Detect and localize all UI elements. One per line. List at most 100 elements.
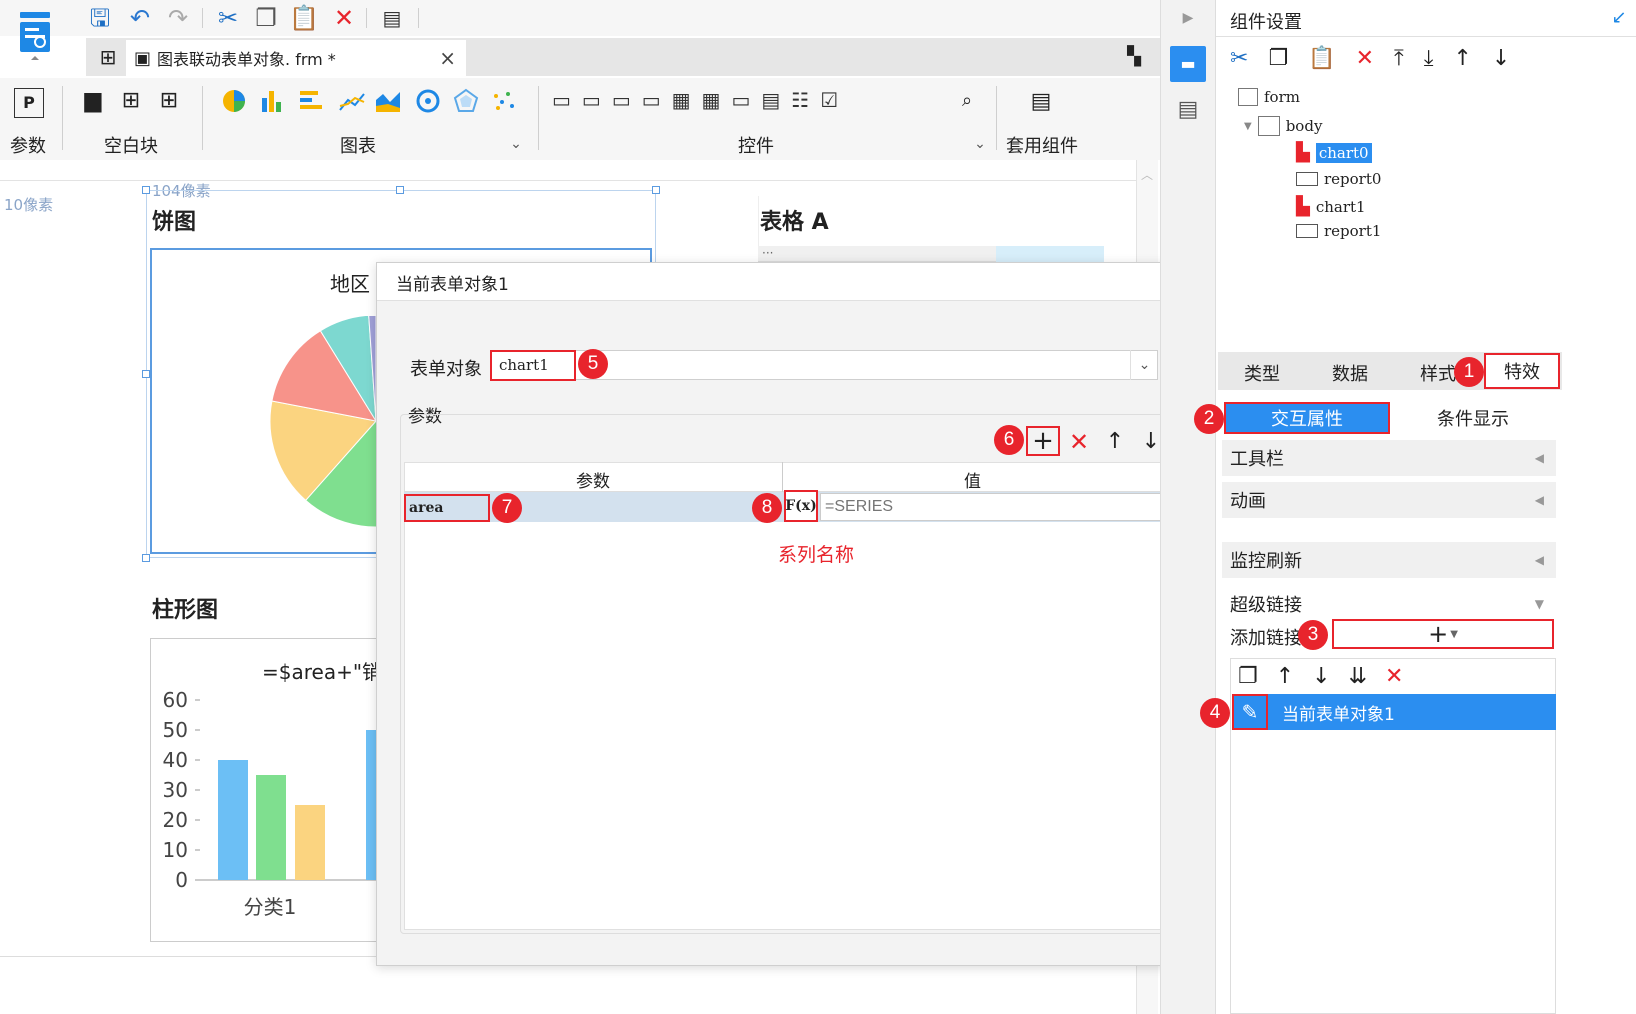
move-up-param-icon[interactable]: ↑: [1102, 428, 1128, 456]
paste-icon[interactable]: 📋: [289, 4, 319, 32]
section-hyperlink[interactable]: 超级链接 ▼: [1222, 586, 1556, 622]
add-param-icon[interactable]: +: [1026, 426, 1060, 456]
blank-block-icon[interactable]: ▆: [80, 88, 106, 114]
param-icon[interactable]: P: [14, 88, 44, 118]
tab-style[interactable]: 样式: [1420, 360, 1456, 386]
panel-delete-icon[interactable]: ✕: [1356, 46, 1374, 71]
copy-icon[interactable]: ❐: [252, 4, 280, 32]
form-file-icon: ▣: [134, 47, 152, 69]
y-tick-label: 30: [163, 778, 188, 802]
component-settings-icon[interactable]: ▬: [1170, 46, 1206, 82]
textbox-icon[interactable]: ▭: [552, 88, 571, 116]
panel-paste-icon[interactable]: 📋: [1308, 46, 1335, 71]
checkbox-icon[interactable]: ☑: [820, 88, 838, 116]
expand-left-icon: ◀: [1534, 451, 1544, 465]
expand-left-icon: ◀: [1534, 493, 1544, 507]
tree-item-report1[interactable]: report1: [1296, 222, 1381, 240]
textarea-icon[interactable]: ▤: [761, 88, 780, 116]
dropdown-icon[interactable]: ▭: [642, 88, 661, 116]
file-tab[interactable]: ▣ 图表联动表单对象. frm * ×: [126, 40, 466, 76]
file-tab-title: 图表联动表单对象. frm *: [157, 50, 336, 69]
bar-block-title: 柱形图: [152, 598, 219, 623]
template-component-icon[interactable]: ▤: [1026, 88, 1056, 116]
link-move-icon[interactable]: ⇊: [1349, 664, 1367, 689]
tab-effects[interactable]: 特效: [1484, 353, 1560, 389]
tree-item-chart1[interactable]: ▙ chart1: [1296, 196, 1366, 217]
col-header-value: 值: [964, 472, 981, 492]
close-tab-icon[interactable]: ×: [439, 46, 456, 70]
bar-chart: 60 50 40 30 20 10 0 分类1: [163, 688, 388, 919]
calendar-icon[interactable]: ▦: [702, 88, 721, 116]
expand-down-icon: ▼: [1534, 597, 1544, 611]
param-value-input[interactable]: [820, 493, 1164, 521]
label-icon[interactable]: ▭: [582, 88, 601, 116]
form-icon: [1238, 88, 1258, 106]
widget-expand-icon[interactable]: ⌄: [970, 136, 990, 152]
move-bottom-icon[interactable]: ⤓: [1424, 46, 1434, 71]
subtab-interaction[interactable]: 交互属性: [1224, 402, 1390, 434]
widget-icons: ▭ ▭ ▭ ▭ ▦ ▦ ▭ ▤ ☷ ☑: [552, 88, 992, 116]
ribbon-label-chart: 图表: [340, 136, 376, 157]
table-corner-icon: ···: [762, 246, 774, 260]
tree-item-body[interactable]: ▼ body: [1244, 116, 1322, 136]
section-toolbar[interactable]: 工具栏 ◀: [1222, 440, 1556, 476]
panel-cut-icon[interactable]: ✂: [1230, 46, 1248, 71]
collapse-icon[interactable]: ▼: [1244, 121, 1252, 132]
cut-icon[interactable]: ✂: [214, 4, 242, 32]
tab-menu-icon[interactable]: ▚: [1120, 44, 1148, 70]
body-icon: [1257, 116, 1280, 136]
area-chart-icon: [376, 92, 400, 112]
edit-link-icon[interactable]: ✎: [1232, 694, 1268, 730]
subtab-condition[interactable]: 条件显示: [1390, 402, 1556, 434]
app-menu-icon[interactable]: [14, 8, 56, 64]
move-top-icon[interactable]: ⤒: [1394, 46, 1404, 71]
link-up-icon[interactable]: ↑: [1276, 664, 1294, 689]
report-icon: [1296, 224, 1318, 238]
collapse-arrow-icon[interactable]: ▶: [1176, 8, 1200, 28]
tree-item-chart0[interactable]: ▙ chart0: [1296, 142, 1372, 163]
scroll-up-icon[interactable]: ︿: [1138, 166, 1156, 184]
panel-pin-icon[interactable]: ↙: [1608, 6, 1630, 30]
layout-icon[interactable]: ▤: [1172, 96, 1204, 124]
add-link-button[interactable]: + ▼: [1332, 619, 1554, 649]
section-animation[interactable]: 动画 ◀: [1222, 482, 1556, 518]
undo-icon[interactable]: ↶: [126, 4, 154, 32]
delete-param-icon[interactable]: ✕: [1066, 428, 1092, 456]
date-icon[interactable]: ▦: [672, 88, 691, 116]
chart-icons: [218, 86, 528, 116]
grid-block-icon[interactable]: ⊞: [156, 88, 182, 114]
redo-icon[interactable]: ↷: [164, 4, 192, 32]
formula-button[interactable]: F(x): [784, 490, 818, 522]
move-down-icon[interactable]: ↓: [1492, 46, 1510, 71]
form-object-dropdown-icon[interactable]: ⌄: [1130, 350, 1158, 380]
hbar-chart-icon: [300, 91, 322, 109]
tree-item-form[interactable]: form: [1238, 88, 1300, 106]
ribbon-label-blank: 空白块: [104, 136, 158, 157]
tab-grid-icon[interactable]: ⊞: [94, 44, 122, 70]
search-widget-icon[interactable]: ⌕: [954, 88, 980, 114]
panel-copy-icon[interactable]: ❐: [1268, 46, 1288, 71]
panel-title: 组件设置: [1230, 12, 1302, 33]
param-name-cell[interactable]: area: [404, 494, 490, 522]
link-item[interactable]: 当前表单对象1: [1232, 694, 1556, 730]
section-monitor[interactable]: 监控刷新 ◀: [1222, 542, 1556, 578]
preview-icon[interactable]: ▤: [378, 4, 406, 32]
button-icon[interactable]: ▭: [612, 88, 631, 116]
tab-data[interactable]: 数据: [1332, 360, 1368, 386]
link-copy-icon[interactable]: ❐: [1238, 664, 1258, 689]
split-block-icon[interactable]: ⊞: [118, 88, 144, 114]
tab-type[interactable]: 类型: [1244, 360, 1280, 386]
tree-item-report0[interactable]: report0: [1296, 170, 1381, 188]
delete-icon[interactable]: ✕: [330, 4, 358, 32]
radio-icon[interactable]: ☷: [791, 88, 809, 116]
bar-2: [295, 805, 325, 880]
link-delete-icon[interactable]: ✕: [1385, 664, 1403, 689]
link-down-icon[interactable]: ↓: [1312, 664, 1330, 689]
chart-expand-icon[interactable]: ⌄: [506, 136, 526, 152]
move-up-icon[interactable]: ↑: [1453, 46, 1471, 71]
dropdown-arrow-icon: ▼: [1450, 628, 1458, 640]
number-icon[interactable]: ▭: [731, 88, 750, 116]
marker-3: 3: [1298, 620, 1328, 650]
save-icon[interactable]: 🖫: [86, 4, 114, 32]
chart-icon: ▙: [1296, 196, 1310, 217]
